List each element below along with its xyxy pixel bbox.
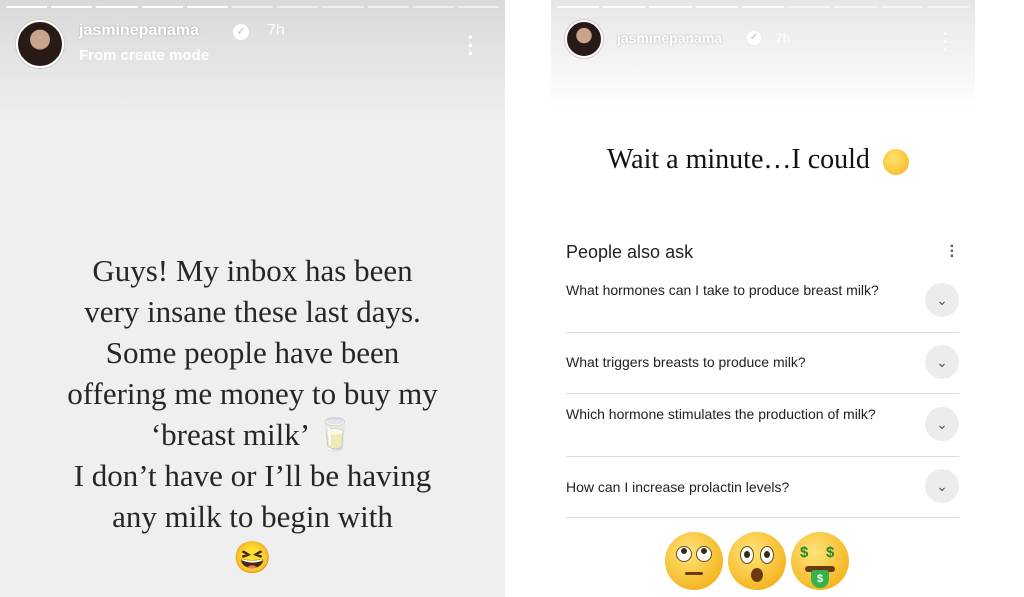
- post-time: 7h: [267, 22, 285, 39]
- progress-segment: [6, 6, 48, 8]
- caption-line: offering me money to buy my: [67, 376, 438, 411]
- caption-line: any milk to begin with: [112, 499, 393, 534]
- emoji-eye: [760, 546, 774, 564]
- caption-line: I don’t have or I’ll be having: [73, 458, 432, 493]
- emoji-eye: [696, 546, 712, 562]
- progress-segment: [741, 6, 785, 8]
- story-progress-bar: [557, 6, 969, 8]
- emoji-pupil: [764, 551, 770, 558]
- emoji-pupil: [681, 548, 687, 554]
- question-row[interactable]: Which hormone stimulates the production …: [566, 394, 959, 457]
- progress-segment: [926, 6, 969, 8]
- username[interactable]: jasminepanama: [617, 30, 722, 46]
- progress-segment: [412, 6, 454, 8]
- more-options-icon[interactable]: · · ·: [466, 27, 476, 65]
- progress-segment: [788, 6, 831, 8]
- monocle-face-emoji: [882, 148, 909, 175]
- chevron-down-icon[interactable]: ⌄: [925, 345, 959, 379]
- question-row[interactable]: What hormones can I take to produce brea…: [566, 274, 959, 333]
- avatar[interactable]: [565, 20, 603, 58]
- progress-segment: [322, 6, 364, 8]
- post-time: 7h: [775, 30, 791, 46]
- emoji-mouth: [685, 572, 703, 575]
- chevron-down-icon[interactable]: ⌄: [925, 407, 959, 441]
- progress-segment: [834, 6, 877, 8]
- astonished-emoji: [728, 532, 786, 590]
- headline-text: Wait a minute…I could: [607, 144, 870, 175]
- progress-segment: [277, 6, 319, 8]
- progress-segment: [557, 6, 600, 8]
- eye-roll-emoji: [665, 532, 723, 590]
- question-text: Which hormone stimulates the production …: [566, 406, 876, 422]
- people-also-ask-card: People also ask · · · What hormones can I …: [551, 224, 975, 519]
- card-more-icon[interactable]: · · ·: [950, 239, 955, 265]
- people-also-ask-title: People also ask: [566, 242, 694, 262]
- money-mouth-emoji: $ $ $: [791, 532, 849, 590]
- progress-segment: [603, 6, 646, 8]
- caption-line: ‘breast milk’ 🥛: [150, 417, 355, 452]
- username[interactable]: jasminepanama: [79, 22, 199, 40]
- more-options-icon[interactable]: · · ·: [941, 25, 951, 59]
- progress-segment: [186, 6, 228, 8]
- question-text: What hormones can I take to produce brea…: [566, 282, 879, 298]
- emoji-eye: [740, 546, 754, 564]
- story-right[interactable]: jasminepanama ✓ 7h · · · Wait a minute…I c…: [551, 0, 975, 597]
- money-tongue-icon: $: [811, 570, 829, 588]
- story-subtitle: From create mode: [79, 47, 210, 64]
- verified-badge-icon: ✓: [747, 31, 761, 45]
- progress-segment: [141, 6, 183, 8]
- avatar[interactable]: [16, 20, 64, 68]
- progress-segment: [457, 6, 500, 8]
- progress-segment: [695, 6, 738, 8]
- story-caption: Guys! My inbox has been very insane thes…: [20, 250, 485, 578]
- emoji-mouth: [751, 568, 763, 582]
- story-progress-bar: [6, 6, 500, 8]
- caption-line: Some people have been: [105, 335, 400, 370]
- caption-emoji: 😆: [233, 540, 272, 575]
- chevron-down-icon[interactable]: ⌄: [925, 469, 959, 503]
- top-gradient: [551, 0, 975, 110]
- headline-sticker: Wait a minute…I could: [595, 140, 935, 180]
- progress-segment: [96, 6, 138, 8]
- emoji-pupil: [701, 548, 707, 554]
- question-text: How can I increase prolactin levels?: [566, 479, 790, 495]
- question-row[interactable]: What triggers breasts to produce milk? ⌄: [566, 333, 959, 394]
- progress-segment: [231, 6, 274, 8]
- top-gradient: [0, 0, 505, 120]
- dollar-eye-icon: $: [826, 544, 835, 561]
- chevron-down-icon[interactable]: ⌄: [925, 283, 959, 317]
- progress-segment: [51, 6, 93, 8]
- progress-segment: [880, 6, 923, 8]
- dollar-eye-icon: $: [800, 544, 809, 561]
- emoji-pupil: [744, 551, 750, 558]
- caption-line: very insane these last days.: [84, 294, 421, 329]
- story-left[interactable]: jasminepanama ✓ 7h From create mode · · · …: [0, 0, 505, 597]
- emoji-eye: [676, 546, 692, 562]
- question-row[interactable]: How can I increase prolactin levels? ⌄: [566, 457, 959, 518]
- verified-badge-icon: ✓: [233, 24, 249, 40]
- caption-line: Guys! My inbox has been: [92, 253, 413, 288]
- progress-segment: [367, 6, 409, 8]
- question-text: What triggers breasts to produce milk?: [566, 354, 806, 370]
- progress-segment: [649, 6, 692, 8]
